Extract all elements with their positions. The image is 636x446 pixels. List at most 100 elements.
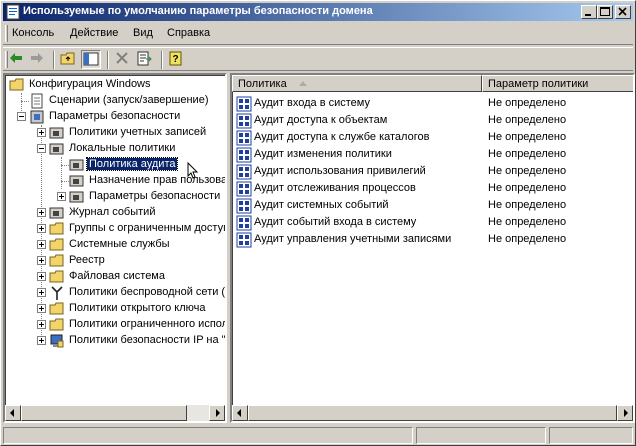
status-cell [3, 427, 413, 444]
tree-label: Политики открытого ключа [69, 302, 206, 314]
list-item[interactable]: Аудит системных событий Не определено [234, 197, 629, 214]
tree-label: Локальные политики [69, 142, 176, 154]
menu-action[interactable]: Действие [70, 27, 118, 39]
column-header-setting[interactable]: Параметр политики [482, 75, 633, 92]
scroll-right-button[interactable] [617, 405, 633, 421]
tree-expand-toggle[interactable] [37, 272, 46, 281]
policy-name: Аудит доступа к службе каталогов [254, 131, 430, 143]
policy-name: Аудит системных событий [254, 199, 389, 211]
forward-button[interactable] [28, 50, 48, 69]
policy-setting: Не определено [488, 216, 567, 228]
folder-icon [49, 238, 64, 251]
scroll-right-icon [624, 409, 628, 417]
menu-help[interactable]: Справка [167, 27, 210, 39]
tree-label: Параметры безопасности [49, 110, 181, 122]
mouse-cursor-icon [187, 162, 199, 179]
tree-horizontal-scrollbar[interactable] [5, 405, 225, 421]
tree-expand-toggle[interactable] [37, 288, 46, 297]
list-item[interactable]: Аудит отслеживания процессов Не определен… [234, 180, 629, 197]
scroll-thumb[interactable] [248, 405, 617, 421]
wireless-antenna-icon [51, 286, 63, 300]
back-button[interactable] [7, 50, 27, 69]
tree-label: Параметры безопасности [89, 190, 221, 202]
list-item[interactable]: Аудит событий входа в систему Не определе… [234, 214, 629, 231]
list-item[interactable]: Аудит доступа к службе каталогов Не опред… [234, 129, 629, 146]
policy-name: Аудит отслеживания процессов [254, 182, 416, 194]
scroll-left-button[interactable] [5, 405, 21, 421]
list-item[interactable]: Аудит доступа к объектам Не определено [234, 112, 629, 129]
tree-label: Группы с ограниченным доступ [69, 222, 227, 234]
details-pane[interactable]: Политика Параметр политики Аудит входа в… [230, 73, 635, 423]
title-bar[interactable]: Используемые по умолчанию параметры безо… [3, 3, 633, 21]
list-item[interactable]: Аудит управления учетными записями Не опр… [234, 231, 629, 248]
tree-label: Системные службы [69, 238, 170, 250]
policy-setting: Не определено [488, 165, 567, 177]
back-arrow-icon [10, 53, 22, 63]
scroll-right-icon [216, 409, 220, 417]
status-cell [549, 427, 633, 444]
list-item[interactable]: Аудит использования привилегий Не определ… [234, 163, 629, 180]
tree-expand-toggle[interactable] [37, 208, 46, 217]
close-button[interactable] [615, 5, 631, 19]
tree-expand-toggle[interactable] [37, 128, 46, 137]
tree-expand-toggle[interactable] [37, 304, 46, 313]
minimize-button[interactable] [581, 5, 597, 19]
scroll-right-button[interactable] [209, 405, 225, 421]
tree-pane[interactable]: Конфигурация Windows Сценарии (запуск/за… [3, 73, 227, 423]
window-title: Используемые по умолчанию параметры безо… [23, 5, 373, 17]
tree-expand-toggle[interactable] [37, 320, 46, 329]
delete-icon [116, 52, 128, 64]
list-item[interactable]: Аудит входа в систему Не определено [234, 95, 629, 112]
column-header-policy[interactable]: Политика [232, 75, 482, 92]
tree-label: Политика аудита [85, 157, 179, 171]
export-list-button[interactable] [135, 50, 155, 69]
tree-collapse-toggle[interactable] [17, 112, 26, 121]
folder-icon [49, 222, 64, 235]
scroll-left-button[interactable] [232, 405, 248, 421]
up-one-level-button[interactable] [59, 50, 79, 69]
policy-name: Аудит изменения политики [254, 148, 392, 160]
column-header-label: Политика [238, 78, 287, 90]
menu-console[interactable]: Консоль [12, 27, 54, 39]
export-list-icon [137, 51, 152, 66]
tree-label: Сценарии (запуск/завершение) [49, 94, 209, 106]
help-button[interactable]: ? [167, 50, 187, 69]
list-item[interactable]: Аудит изменения политики Не определено [234, 146, 629, 163]
list-horizontal-scrollbar[interactable] [232, 405, 633, 421]
tree-expand-toggle[interactable] [57, 192, 66, 201]
tree-expand-toggle[interactable] [37, 240, 46, 249]
policy-setting: Не определено [488, 148, 567, 160]
policy-folder-icon [49, 207, 64, 219]
toolbar-separator [53, 51, 55, 69]
svg-text:?: ? [172, 54, 178, 65]
tree-line [61, 165, 69, 166]
scroll-left-icon [237, 409, 241, 417]
audit-policy-icon [236, 113, 252, 129]
tree-expand-toggle[interactable] [37, 224, 46, 233]
scripts-document-icon [31, 93, 43, 109]
tree-line [61, 181, 69, 182]
menu-view[interactable]: Вид [133, 27, 153, 39]
audit-policy-icon [236, 96, 252, 112]
tree-collapse-toggle[interactable] [37, 144, 46, 153]
ipsec-computer-icon [50, 334, 64, 348]
show-hide-tree-icon [83, 52, 99, 66]
policy-folder-icon [49, 143, 64, 155]
policy-setting: Не определено [488, 199, 567, 211]
delete-button[interactable] [113, 50, 133, 69]
show-hide-tree-button[interactable] [81, 50, 101, 69]
maximize-button[interactable] [597, 5, 613, 19]
policy-name: Аудит доступа к объектам [254, 114, 388, 126]
folder-icon [49, 318, 64, 331]
tree-expand-toggle[interactable] [37, 256, 46, 265]
tree-label: Реестр [69, 254, 105, 266]
folder-icon [49, 254, 64, 267]
scroll-thumb[interactable] [21, 405, 187, 421]
status-cell [416, 427, 546, 444]
tree-label: Политики ограниченного испол [69, 318, 227, 330]
sort-ascending-icon [299, 81, 307, 86]
policy-setting: Не определено [488, 97, 567, 109]
menu-grip [5, 25, 8, 42]
policy-folder-icon [69, 159, 84, 171]
tree-expand-toggle[interactable] [37, 336, 46, 345]
